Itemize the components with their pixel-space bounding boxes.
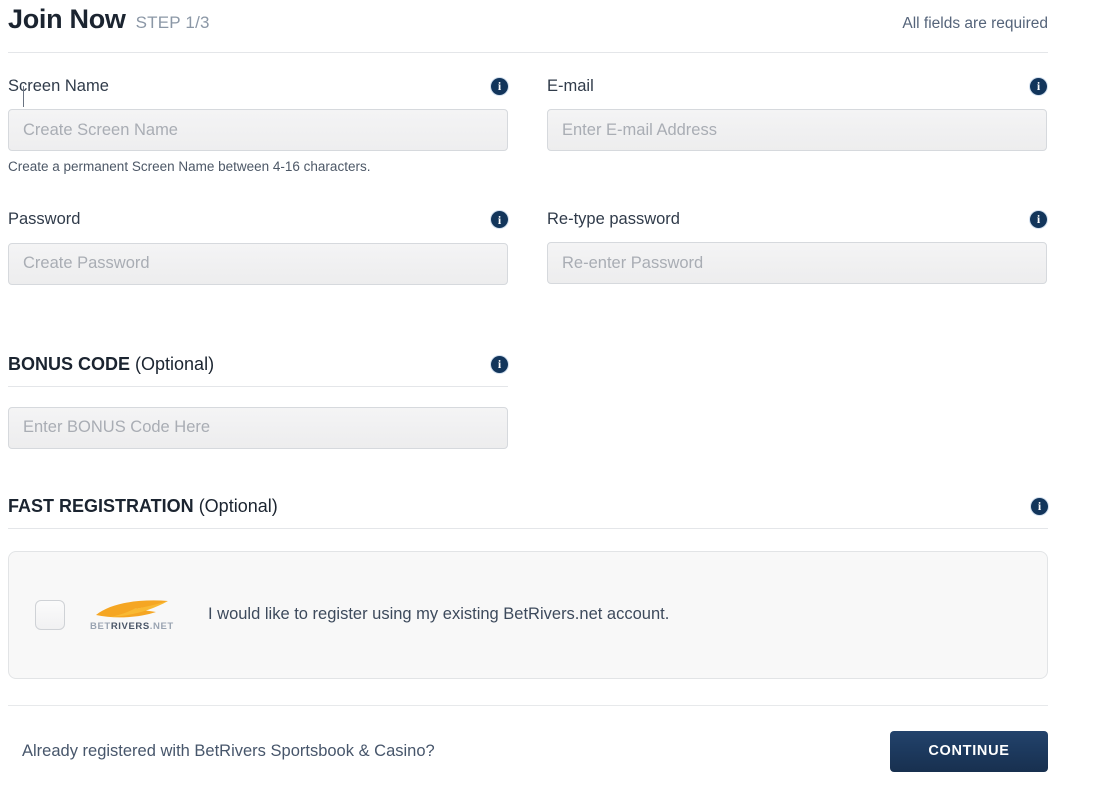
betrivers-net-logo: BETRIVERS.NET <box>90 598 190 632</box>
retype-password-input[interactable] <box>547 242 1047 284</box>
info-icon[interactable]: i <box>491 211 508 229</box>
continue-button[interactable]: CONTINUE <box>890 730 1048 772</box>
betrivers-net-checkbox[interactable] <box>35 599 65 630</box>
right-column-spacer <box>547 151 1047 208</box>
bonus-code-section: BONUS CODE (Optional) i <box>8 354 508 449</box>
all-fields-required-note: All fields are required <box>902 15 1048 32</box>
bonus-code-optional-label: (Optional) <box>135 353 215 374</box>
left-column-spacer <box>8 176 508 209</box>
fast-registration-consent-text: I would like to register using my existi… <box>208 605 670 624</box>
bonus-code-divider <box>8 385 508 387</box>
fast-registration-card[interactable]: BETRIVERS.NET I would like to register u… <box>8 550 1048 679</box>
already-registered-text: Already registered with BetRivers Sports… <box>22 741 435 760</box>
page-header-left: Join Now STEP 1/3 <box>8 6 210 33</box>
password-label: Password <box>8 210 81 229</box>
credentials-form: Screen Name i Create a permanent Screen … <box>8 75 1048 285</box>
bonus-code-title: BONUS CODE (Optional) <box>8 354 214 375</box>
email-input[interactable] <box>547 109 1047 151</box>
form-column-left: Screen Name i Create a permanent Screen … <box>8 75 508 285</box>
fast-registration-title-strong: FAST REGISTRATION <box>8 495 194 516</box>
step-indicator: STEP 1/3 <box>135 13 210 32</box>
page-header: Join Now STEP 1/3 All fields are require… <box>8 0 1048 46</box>
fast-registration-header: FAST REGISTRATION (Optional) i <box>8 496 1048 517</box>
screen-name-input[interactable] <box>8 109 508 151</box>
password-input[interactable] <box>8 242 508 285</box>
screen-name-helper-text: Create a permanent Screen Name between 4… <box>8 159 371 174</box>
email-label-row: E-mail i <box>547 75 1047 97</box>
join-now-page: Join Now STEP 1/3 All fields are require… <box>0 0 1103 785</box>
bonus-code-input[interactable] <box>8 406 508 449</box>
screen-name-label-row: Screen Name i <box>8 75 508 97</box>
field-email: E-mail i <box>547 75 1047 151</box>
bonus-code-header: BONUS CODE (Optional) i <box>8 354 508 375</box>
header-divider <box>8 52 1048 53</box>
fast-registration-title: FAST REGISTRATION (Optional) <box>8 496 278 517</box>
bonus-code-input-wrap <box>8 406 508 449</box>
fast-registration-optional-label: (Optional) <box>198 495 278 516</box>
bonus-code-title-strong: BONUS CODE <box>8 353 131 374</box>
info-icon[interactable]: i <box>1031 497 1048 515</box>
page-title: Join Now <box>8 4 126 34</box>
info-icon[interactable]: i <box>1030 77 1047 95</box>
betrivers-swoosh-icon <box>96 599 168 617</box>
field-password: Password i <box>8 209 508 285</box>
fast-registration-section: FAST REGISTRATION (Optional) i BETRIVERS… <box>8 496 1048 679</box>
wordmark-bet: BET <box>90 620 111 632</box>
info-icon[interactable]: i <box>491 355 508 373</box>
page-footer: Already registered with BetRivers Sports… <box>8 730 1048 772</box>
password-label-row: Password i <box>8 209 508 231</box>
betrivers-net-wordmark: BETRIVERS.NET <box>90 621 174 632</box>
email-label: E-mail <box>547 76 594 95</box>
fast-registration-divider <box>8 527 1048 529</box>
info-icon[interactable]: i <box>1030 210 1047 228</box>
retype-password-label: Re-type password <box>547 209 680 228</box>
retype-password-label-row: Re-type password i <box>547 208 1047 230</box>
field-retype-password: Re-type password i <box>547 208 1047 284</box>
wordmark-net: .NET <box>149 620 174 632</box>
field-screen-name: Screen Name i Create a permanent Screen … <box>8 75 508 176</box>
wordmark-rivers: RIVERS <box>110 620 150 632</box>
form-column-right: E-mail i Re-type password i <box>547 75 1047 285</box>
text-caret <box>23 86 24 107</box>
footer-divider <box>8 704 1048 706</box>
info-icon[interactable]: i <box>491 77 508 95</box>
